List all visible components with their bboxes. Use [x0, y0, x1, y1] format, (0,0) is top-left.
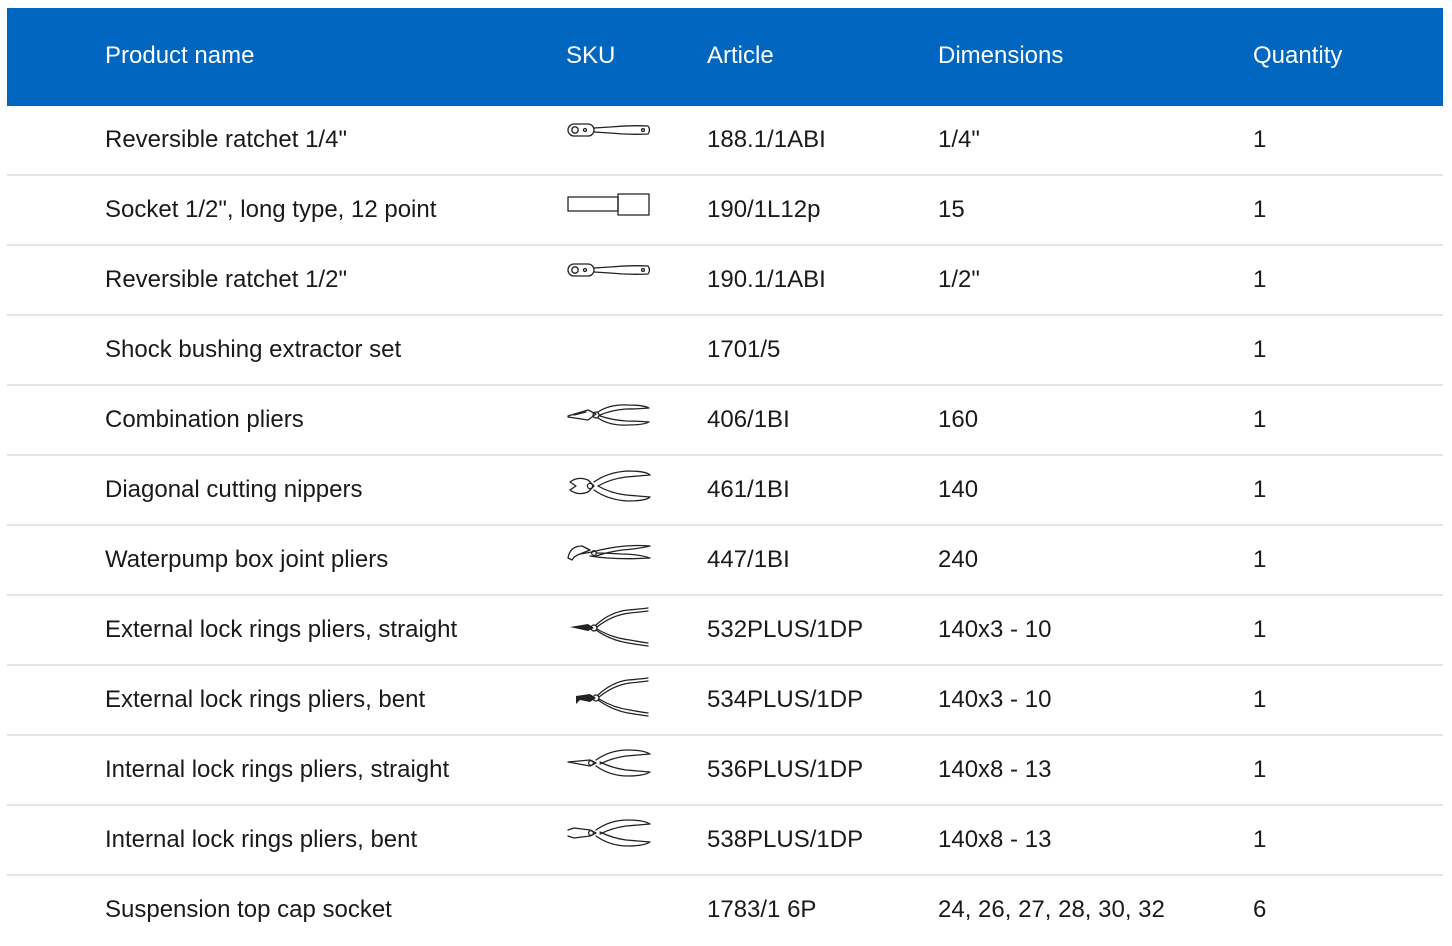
- dimensions: 24, 26, 27, 28, 30, 32: [938, 896, 1165, 923]
- quantity: 1: [1253, 826, 1267, 853]
- product-name: Diagonal cutting nippers: [105, 476, 363, 503]
- product-name: Combination pliers: [105, 406, 304, 433]
- diagonal-nippers-icon: [566, 466, 652, 510]
- table-row: Reversible ratchet 1/2" 190.1/1ABI 1/2" …: [7, 246, 1443, 316]
- table-row: Shock bushing extractor set 1701/5 1: [7, 316, 1443, 386]
- column-header-dimensions: Dimensions: [938, 42, 1064, 69]
- external-ring-pliers-bent-icon: [566, 676, 652, 720]
- waterpump-pliers-icon: [566, 536, 652, 580]
- product-name: Internal lock rings pliers, straight: [105, 756, 450, 783]
- product-name: Waterpump box joint pliers: [105, 546, 389, 573]
- dimensions: 140x3 - 10: [938, 686, 1052, 713]
- table-row: Internal lock rings pliers, straight 536…: [7, 736, 1443, 806]
- product-table: Product name SKU Article Dimensions Quan…: [7, 8, 1443, 944]
- internal-ring-pliers-straight-icon: [566, 746, 652, 790]
- table-row: Internal lock rings pliers, bent 538PLUS…: [7, 806, 1443, 876]
- quantity: 1: [1253, 546, 1267, 573]
- column-header-product-name: Product name: [105, 42, 255, 69]
- quantity: 1: [1253, 336, 1267, 363]
- article-number: 406/1BI: [707, 406, 790, 433]
- article-number: 1783/1 6P: [707, 896, 817, 923]
- product-name: External lock rings pliers, straight: [105, 616, 458, 643]
- product-name: Socket 1/2", long type, 12 point: [105, 196, 437, 223]
- table-row: Suspension top cap socket 1783/1 6P 24, …: [7, 876, 1443, 944]
- quantity: 1: [1253, 686, 1267, 713]
- article-number: 461/1BI: [707, 476, 790, 503]
- product-name: Suspension top cap socket: [105, 896, 392, 923]
- product-name: Reversible ratchet 1/4": [105, 126, 347, 153]
- dimensions: 240: [938, 546, 979, 573]
- quantity: 6: [1253, 896, 1267, 923]
- product-name: External lock rings pliers, bent: [105, 686, 426, 713]
- table-row: External lock rings pliers, straight 532…: [7, 596, 1443, 666]
- quantity: 1: [1253, 476, 1267, 503]
- article-number: 534PLUS/1DP: [707, 686, 864, 713]
- table-row: External lock rings pliers, bent 534PLUS…: [7, 666, 1443, 736]
- quantity: 1: [1253, 406, 1267, 433]
- quantity: 1: [1253, 196, 1267, 223]
- column-header-quantity: Quantity: [1253, 42, 1343, 69]
- table-header: Product name SKU Article Dimensions Quan…: [7, 8, 1443, 106]
- article-number: 188.1/1ABI: [707, 126, 826, 153]
- table-row: Socket 1/2", long type, 12 point 190/1L1…: [7, 176, 1443, 246]
- table-row: Combination pliers 406/1BI 160 1: [7, 386, 1443, 456]
- quantity: 1: [1253, 266, 1267, 293]
- article-number: 190/1L12p: [707, 196, 821, 223]
- column-header-article: Article: [707, 42, 774, 69]
- dimensions: 140x8 - 13: [938, 756, 1052, 783]
- quantity: 1: [1253, 126, 1267, 153]
- article-number: 1701/5: [707, 336, 781, 363]
- ratchet-icon: [566, 256, 652, 300]
- quantity: 1: [1253, 756, 1267, 783]
- product-name: Internal lock rings pliers, bent: [105, 826, 418, 853]
- table-row: Waterpump box joint pliers 447/1BI 240 1: [7, 526, 1443, 596]
- socket-icon: [566, 186, 652, 230]
- dimensions: 15: [938, 196, 965, 223]
- ratchet-icon: [566, 116, 652, 160]
- dimensions: 1/4": [938, 126, 980, 153]
- column-header-sku: SKU: [566, 42, 616, 69]
- dimensions: 140x8 - 13: [938, 826, 1052, 853]
- table-row: Reversible ratchet 1/4" 188.1/1ABI 1/4" …: [7, 106, 1443, 176]
- article-number: 190.1/1ABI: [707, 266, 826, 293]
- internal-ring-pliers-bent-icon: [566, 816, 652, 860]
- external-ring-pliers-straight-icon: [566, 606, 652, 650]
- dimensions: 140x3 - 10: [938, 616, 1052, 643]
- article-number: 538PLUS/1DP: [707, 826, 864, 853]
- combination-pliers-icon: [566, 396, 652, 440]
- product-name: Shock bushing extractor set: [105, 336, 402, 363]
- dimensions: 140: [938, 476, 979, 503]
- dimensions: 1/2": [938, 266, 980, 293]
- product-name: Reversible ratchet 1/2": [105, 266, 347, 293]
- quantity: 1: [1253, 616, 1267, 643]
- article-number: 536PLUS/1DP: [707, 756, 864, 783]
- article-number: 532PLUS/1DP: [707, 616, 864, 643]
- article-number: 447/1BI: [707, 546, 790, 573]
- table-row: Diagonal cutting nippers 461/1BI 140 1: [7, 456, 1443, 526]
- dimensions: 160: [938, 406, 979, 433]
